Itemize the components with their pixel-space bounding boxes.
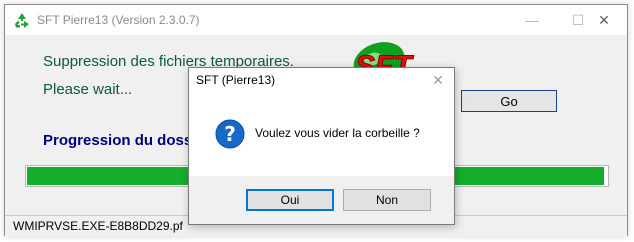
recycle-icon xyxy=(15,13,29,28)
wait-message: Please wait... xyxy=(43,81,133,98)
svg-text:?: ? xyxy=(224,122,236,146)
confirm-dialog: SFT (Pierre13) ✕ ? Voulez vous vider la … xyxy=(188,67,455,225)
minimize-button[interactable]: — xyxy=(509,5,555,35)
dialog-button-bar: Oui Non xyxy=(189,176,454,224)
status-bar-text: WMIPRVSE.EXE-E8B8DD29.pf xyxy=(13,219,183,233)
dialog-title: SFT (Pierre13) xyxy=(196,73,276,87)
progress-label: Progression du dossi xyxy=(43,132,197,149)
question-icon: ? xyxy=(215,119,245,149)
window-title: SFT Pierre13 (Version 2.3.0.7) xyxy=(37,13,200,27)
title-bar[interactable]: SFT Pierre13 (Version 2.3.0.7) — ☐ ✕ xyxy=(5,5,627,35)
close-button[interactable]: ✕ xyxy=(581,5,627,35)
dialog-close-button[interactable]: ✕ xyxy=(423,68,453,92)
no-button[interactable]: Non xyxy=(343,189,431,211)
go-button[interactable]: Go xyxy=(461,90,557,112)
dialog-message: Voulez vous vider la corbeille ? xyxy=(255,126,420,140)
yes-button[interactable]: Oui xyxy=(246,189,334,211)
